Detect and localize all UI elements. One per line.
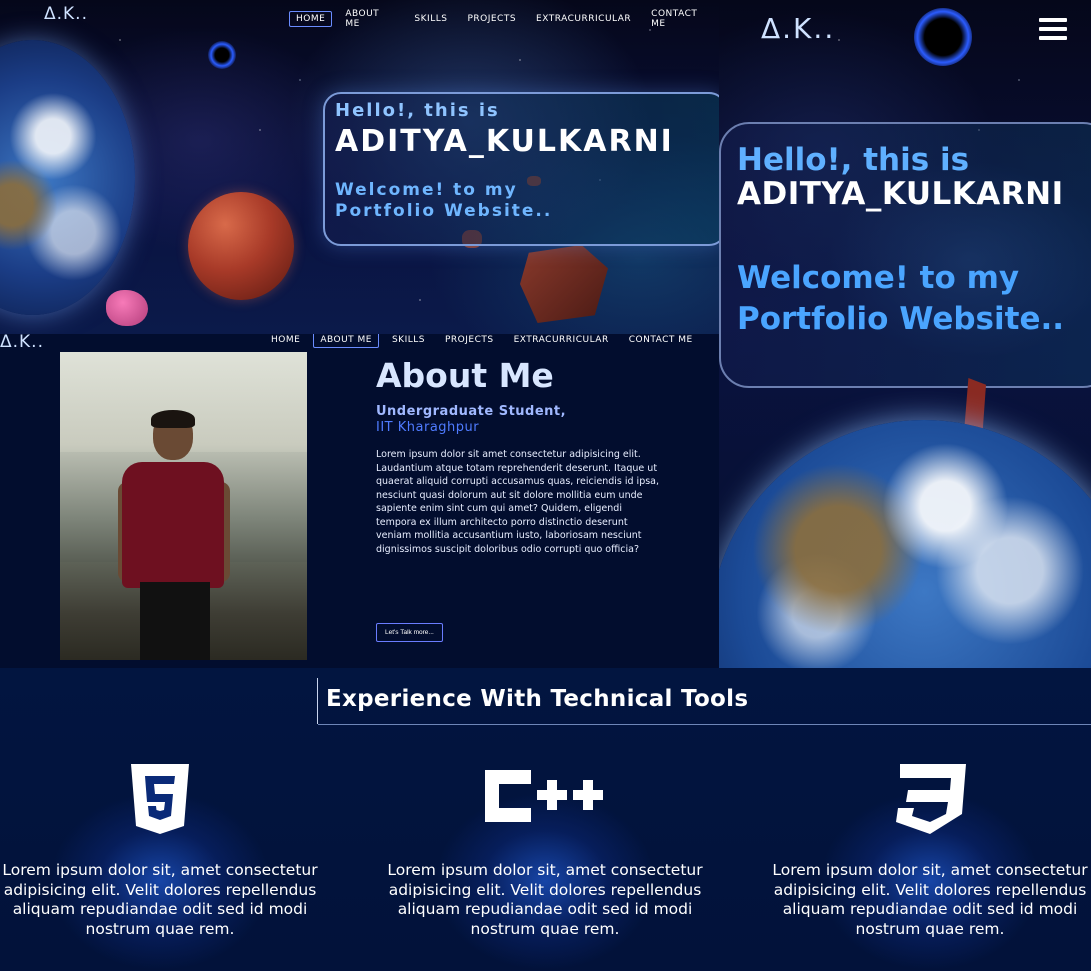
intro-name: ADITYA_KULKARNI [737, 176, 1064, 212]
about-section: Δ.K.. HOME ABOUT ME SKILLS PROJECTS EXTR… [0, 334, 719, 668]
skill-description: Lorem ipsum dolor sit, amet consectetur … [772, 861, 1088, 938]
about-title: About Me [376, 356, 554, 395]
intro-name: ADITYA_KULKARNI [335, 124, 674, 159]
nav-extracurricular[interactable]: EXTRACURRICULAR [507, 334, 616, 348]
nav-contact-me[interactable]: CONTACT ME [622, 334, 700, 348]
blackhole-image [208, 41, 236, 69]
brown-asteroid-image [520, 245, 608, 323]
intro-welcome: Welcome! to my Portfolio Website.. [335, 180, 553, 221]
cpp-icon [481, 764, 609, 832]
title-underline [318, 724, 1091, 725]
red-planet-image [188, 192, 294, 300]
about-role: Undergraduate Student, [376, 404, 567, 419]
nav-skills[interactable]: SKILLS [407, 11, 454, 27]
skill-card: Lorem ipsum dolor sit, amet consectetur … [0, 746, 330, 971]
skill-card: Lorem ipsum dolor sit, amet consectetur … [760, 746, 1091, 971]
nav-about-me[interactable]: ABOUT ME [338, 6, 401, 32]
skill-card: Lorem ipsum dolor sit, amet consectetur … [375, 746, 715, 971]
main-nav: HOME ABOUT ME SKILLS PROJECTS EXTRACURRI… [283, 6, 719, 32]
skills-title: Experience With Technical Tools [326, 686, 749, 712]
skill-description: Lorem ipsum dolor sit, amet consectetur … [2, 861, 318, 938]
nav-contact-me[interactable]: CONTACT ME [644, 6, 719, 32]
main-nav: HOME ABOUT ME SKILLS PROJECTS EXTRACURRI… [258, 334, 700, 348]
site-logo[interactable]: Δ.K.. [0, 334, 44, 352]
skills-section: Experience With Technical Tools Lorem ip… [0, 668, 1091, 971]
mobile-hero-section: Δ.K.. Hello!, this is ADITYA_KULKARNI We… [719, 0, 1091, 668]
title-divider [317, 678, 318, 724]
nav-skills[interactable]: SKILLS [385, 334, 432, 348]
blackhole-image [914, 8, 972, 66]
lets-talk-button[interactable]: Let's Talk more... [376, 623, 443, 642]
intro-greeting: Hello!, this is [737, 142, 970, 178]
intro-card: Hello!, this is ADITYA_KULKARNI Welcome!… [323, 92, 719, 246]
about-school: IIT Kharaghpur [376, 420, 480, 435]
intro-card: Hello!, this is ADITYA_KULKARNI Welcome!… [719, 122, 1091, 388]
profile-photo [60, 352, 307, 660]
about-description: Lorem ipsum dolor sit amet consectetur a… [376, 449, 660, 555]
nav-about-me[interactable]: ABOUT ME [313, 334, 379, 348]
nav-projects[interactable]: PROJECTS [460, 11, 523, 27]
intro-greeting: Hello!, this is [335, 100, 500, 121]
pink-asteroid-image [106, 290, 148, 326]
site-logo[interactable]: Δ.K.. [44, 4, 88, 24]
site-logo[interactable]: Δ.K.. [761, 12, 835, 45]
nav-home[interactable]: HOME [264, 334, 307, 348]
hamburger-menu-icon[interactable] [1039, 18, 1067, 42]
nav-home[interactable]: HOME [289, 11, 333, 27]
skill-description: Lorem ipsum dolor sit, amet consectetur … [387, 861, 703, 938]
nav-extracurricular[interactable]: EXTRACURRICULAR [529, 11, 638, 27]
intro-welcome: Welcome! to my Portfolio Website.. [737, 260, 1065, 337]
nav-projects[interactable]: PROJECTS [438, 334, 501, 348]
hero-section: Δ.K.. HOME ABOUT ME SKILLS PROJECTS EXTR… [0, 0, 719, 334]
html5-icon [129, 764, 191, 840]
css3-icon [892, 764, 968, 840]
